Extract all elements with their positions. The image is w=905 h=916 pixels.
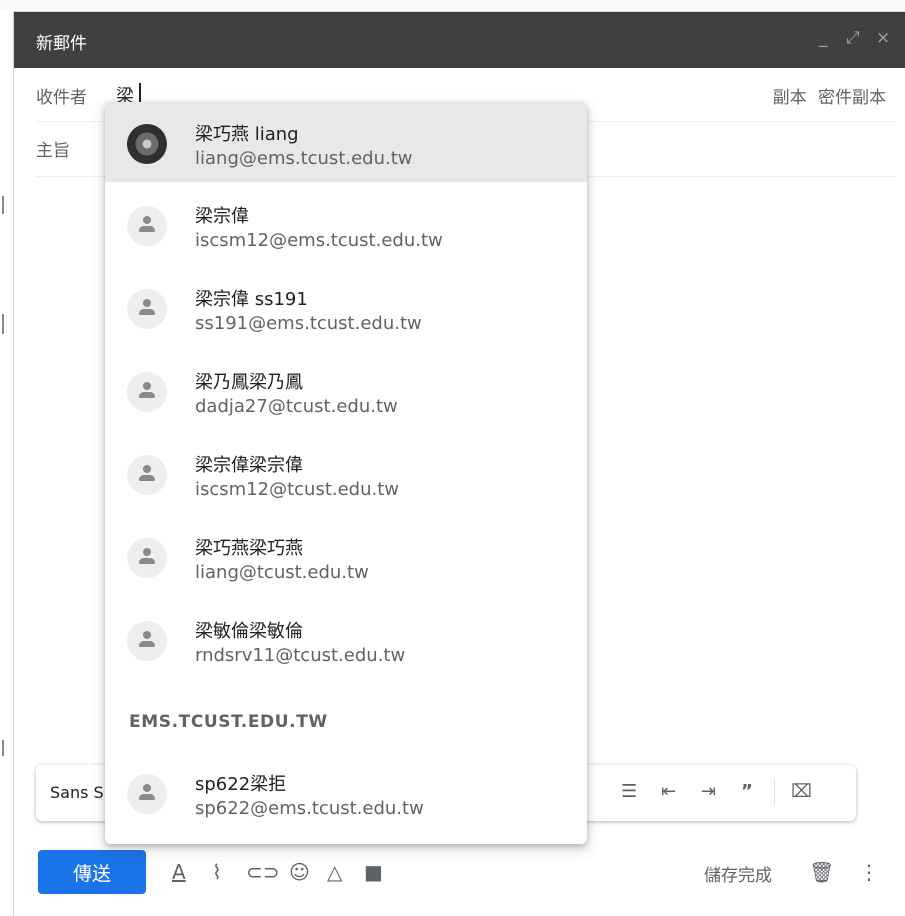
bulleted-list-icon[interactable]: ☰ xyxy=(621,781,637,802)
contact-name: sp622梁拒 xyxy=(195,774,287,795)
to-label: 收件者 xyxy=(36,88,87,108)
person-icon xyxy=(127,372,167,412)
contact-name: 梁宗偉梁宗偉 xyxy=(195,455,303,476)
domain-group-header: EMS.TCUST.EDU.TW xyxy=(129,712,328,732)
contact-email: sp622@ems.tcust.edu.tw xyxy=(195,798,424,819)
avatar xyxy=(127,124,167,164)
drive-icon[interactable]: △ xyxy=(327,860,342,884)
remove-formatting-icon[interactable]: ⌧ xyxy=(791,781,812,802)
suggestion-item[interactable]: 梁宗偉 iscsm12@ems.tcust.edu.tw xyxy=(105,184,587,264)
person-icon xyxy=(127,774,167,814)
person-icon xyxy=(127,206,167,246)
suggestion-item[interactable]: 梁乃鳳梁乃鳳 dadja27@tcust.edu.tw xyxy=(105,350,587,430)
suggestion-item[interactable]: sp622梁拒 sp622@ems.tcust.edu.tw xyxy=(105,752,587,832)
contact-email: iscsm12@tcust.edu.tw xyxy=(195,479,400,500)
suggestion-item[interactable]: 梁敏倫梁敏倫 rndsrv11@tcust.edu.tw xyxy=(105,599,587,679)
contact-email: liang@tcust.edu.tw xyxy=(195,562,369,583)
contact-email: liang@ems.tcust.edu.tw xyxy=(195,148,413,169)
contact-name: 梁乃鳳梁乃鳳 xyxy=(195,372,303,393)
attach-icon[interactable]: ⌇ xyxy=(212,860,222,884)
compose-titlebar[interactable]: 新郵件 _ ⤢ × xyxy=(14,12,905,68)
indent-less-icon[interactable]: ⇤ xyxy=(661,781,676,802)
more-options-icon[interactable]: ⋮ xyxy=(859,860,879,884)
contact-name: 梁巧燕 liang xyxy=(195,124,299,145)
contact-email: iscsm12@ems.tcust.edu.tw xyxy=(195,230,443,251)
person-icon xyxy=(127,289,167,329)
recipient-suggestions: 梁巧燕 liang liang@ems.tcust.edu.tw 梁宗偉 isc… xyxy=(105,102,587,844)
contact-email: dadja27@tcust.edu.tw xyxy=(195,396,398,417)
contact-name: 梁敏倫梁敏倫 xyxy=(195,621,303,642)
compose-title: 新郵件 xyxy=(36,34,87,54)
toolbar-divider xyxy=(774,779,775,805)
contact-name: 梁巧燕梁巧燕 xyxy=(195,538,303,559)
link-icon[interactable]: ⊂⊃ xyxy=(246,860,280,884)
save-status: 儲存完成 xyxy=(704,866,772,886)
subject-input[interactable]: 主旨 xyxy=(36,136,70,161)
minimize-icon[interactable]: _ xyxy=(819,27,828,49)
text-format-icon[interactable]: A xyxy=(172,860,186,884)
background-page-strip xyxy=(0,0,905,10)
contact-email: ss191@ems.tcust.edu.tw xyxy=(195,313,422,334)
background-edge-mark xyxy=(2,196,4,214)
person-icon xyxy=(127,621,167,661)
suggestion-item[interactable]: 梁宗偉 ss191 ss191@ems.tcust.edu.tw xyxy=(105,267,587,347)
emoji-icon[interactable]: ☺ xyxy=(289,860,310,884)
contact-name: 梁宗偉 xyxy=(195,206,249,227)
person-icon xyxy=(127,538,167,578)
suggestion-item[interactable]: 梁宗偉梁宗偉 iscsm12@tcust.edu.tw xyxy=(105,433,587,513)
send-button[interactable]: 傳送 xyxy=(38,850,146,894)
suggestion-item[interactable]: 梁巧燕梁巧燕 liang@tcust.edu.tw xyxy=(105,516,587,596)
suggestion-item[interactable]: 梁巧燕 liang liang@ems.tcust.edu.tw xyxy=(105,102,587,182)
cc-bcc-links: 副本 密件副本 xyxy=(767,83,886,108)
trash-icon[interactable]: 🗑 xyxy=(809,860,834,884)
cc-link[interactable]: 副本 xyxy=(773,88,807,108)
contact-email: rndsrv11@tcust.edu.tw xyxy=(195,645,406,666)
person-icon xyxy=(127,455,167,495)
close-icon[interactable]: × xyxy=(876,27,890,49)
background-edge-mark xyxy=(2,314,4,334)
background-edge-mark xyxy=(2,740,4,756)
indent-more-icon[interactable]: ⇥ xyxy=(701,781,716,802)
photo-icon[interactable]: ■ xyxy=(364,860,383,884)
font-select[interactable]: Sans S xyxy=(50,783,104,802)
quote-icon[interactable]: ” xyxy=(741,781,753,802)
contact-name: 梁宗偉 ss191 xyxy=(195,289,308,310)
fullscreen-icon[interactable]: ⤢ xyxy=(846,27,860,49)
bcc-link[interactable]: 密件副本 xyxy=(818,88,886,108)
